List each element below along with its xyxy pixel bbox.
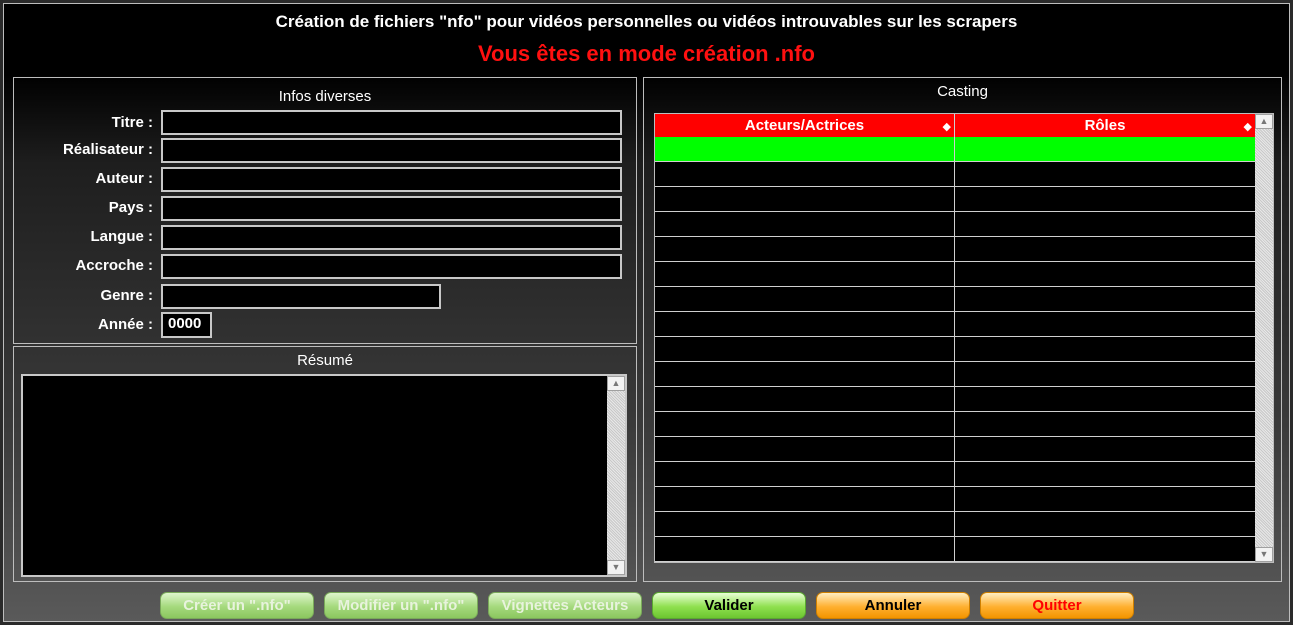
table-row[interactable]	[655, 487, 1255, 512]
cell-role[interactable]	[955, 137, 1255, 161]
titre-label: Titre :	[111, 114, 153, 131]
validate-button[interactable]: Valider	[652, 592, 806, 619]
scroll-up-icon[interactable]: ▲	[1255, 114, 1273, 129]
cell-acteur[interactable]	[655, 512, 955, 536]
annee-field[interactable]: 0000	[161, 312, 212, 338]
cancel-button[interactable]: Annuler	[816, 592, 970, 619]
quit-button[interactable]: Quitter	[980, 592, 1134, 619]
cell-acteur[interactable]	[655, 362, 955, 386]
table-row[interactable]	[655, 462, 1255, 487]
table-row[interactable]	[655, 437, 1255, 462]
cell-acteur[interactable]	[655, 487, 955, 511]
table-row[interactable]	[655, 387, 1255, 412]
table-row[interactable]	[655, 287, 1255, 312]
titre-field[interactable]	[161, 110, 622, 135]
accroche-label: Accroche :	[75, 257, 153, 274]
pays-label: Pays :	[108, 199, 153, 216]
resume-group-title: Résumé	[297, 352, 353, 369]
cell-role[interactable]	[955, 287, 1255, 311]
cell-role[interactable]	[955, 212, 1255, 236]
langue-field[interactable]	[161, 225, 622, 250]
table-row[interactable]	[655, 512, 1255, 537]
cell-acteur[interactable]	[655, 187, 955, 211]
cell-acteur[interactable]	[655, 287, 955, 311]
auteur-label: Auteur :	[95, 170, 154, 187]
cell-role[interactable]	[955, 187, 1255, 211]
cell-acteur[interactable]	[655, 262, 955, 286]
genre-field[interactable]	[161, 284, 441, 309]
casting-scrollbar[interactable]: ▲ ▼	[1255, 114, 1273, 562]
auteur-field[interactable]	[161, 167, 622, 192]
table-row[interactable]	[655, 312, 1255, 337]
scroll-up-icon[interactable]: ▲	[607, 376, 625, 391]
cell-acteur[interactable]	[655, 412, 955, 436]
cell-acteur[interactable]	[655, 212, 955, 236]
cell-acteur[interactable]	[655, 237, 955, 261]
cell-acteur[interactable]	[655, 437, 955, 461]
annee-label: Année :	[97, 316, 153, 333]
casting-rows	[655, 137, 1255, 562]
cell-acteur[interactable]	[655, 162, 955, 186]
realisateur-label: Réalisateur :	[62, 141, 153, 158]
column-header-acteurs-label: Acteurs/Actrices	[744, 117, 865, 134]
table-row[interactable]	[655, 137, 1255, 162]
column-header-roles[interactable]: Rôles ◆	[955, 114, 1255, 137]
cell-role[interactable]	[955, 412, 1255, 436]
realisateur-field[interactable]	[161, 138, 622, 163]
cell-role[interactable]	[955, 387, 1255, 411]
cell-role[interactable]	[955, 512, 1255, 536]
table-row[interactable]	[655, 237, 1255, 262]
resume-textarea[interactable]	[21, 374, 627, 577]
cell-role[interactable]	[955, 337, 1255, 361]
cell-acteur[interactable]	[655, 337, 955, 361]
create-nfo-button[interactable]: Créer un ".nfo"	[160, 592, 314, 619]
infos-group-title: Infos diverses	[278, 88, 372, 105]
table-row[interactable]	[655, 262, 1255, 287]
modify-nfo-button[interactable]: Modifier un ".nfo"	[324, 592, 478, 619]
table-row[interactable]	[655, 212, 1255, 237]
scroll-down-icon[interactable]: ▼	[1255, 547, 1273, 562]
mode-message: Vous êtes en mode création .nfo	[478, 41, 815, 66]
cell-role[interactable]	[955, 312, 1255, 336]
genre-label: Genre :	[100, 287, 153, 304]
cell-acteur[interactable]	[655, 387, 955, 411]
window-title: Création de fichiers "nfo" pour vidéos p…	[275, 12, 1018, 31]
table-row[interactable]	[655, 187, 1255, 212]
cell-role[interactable]	[955, 362, 1255, 386]
scroll-down-icon[interactable]: ▼	[607, 560, 625, 575]
accroche-field[interactable]	[161, 254, 622, 279]
cell-acteur[interactable]	[655, 537, 955, 561]
table-row[interactable]	[655, 537, 1255, 562]
sort-icon: ◆	[942, 121, 951, 133]
cell-role[interactable]	[955, 462, 1255, 486]
langue-label: Langue :	[90, 228, 154, 245]
cell-role[interactable]	[955, 537, 1255, 561]
column-header-roles-label: Rôles	[1084, 117, 1126, 134]
table-row[interactable]	[655, 362, 1255, 387]
vignettes-acteurs-button[interactable]: Vignettes Acteurs	[488, 592, 642, 619]
pays-field[interactable]	[161, 196, 622, 221]
table-row[interactable]	[655, 412, 1255, 437]
resume-scrollbar[interactable]: ▲ ▼	[607, 376, 625, 575]
cell-role[interactable]	[955, 487, 1255, 511]
cell-acteur[interactable]	[655, 312, 955, 336]
infos-group: Infos diverses Titre : Réalisateur : Aut…	[13, 77, 637, 344]
casting-group-title: Casting	[937, 83, 988, 100]
casting-group: Casting Acteurs/Actrices ◆ Rôles ◆ ▲ ▼	[643, 77, 1282, 582]
cell-role[interactable]	[955, 162, 1255, 186]
casting-table: Acteurs/Actrices ◆ Rôles ◆ ▲ ▼	[654, 113, 1274, 563]
cell-role[interactable]	[955, 237, 1255, 261]
cell-role[interactable]	[955, 437, 1255, 461]
cell-role[interactable]	[955, 262, 1255, 286]
column-header-acteurs[interactable]: Acteurs/Actrices ◆	[655, 114, 955, 137]
cell-acteur[interactable]	[655, 462, 955, 486]
sort-icon: ◆	[1243, 121, 1252, 133]
table-row[interactable]	[655, 162, 1255, 187]
nfo-editor-window: Création de fichiers "nfo" pour vidéos p…	[3, 3, 1290, 622]
table-row[interactable]	[655, 337, 1255, 362]
resume-group: Résumé ▲ ▼	[13, 346, 637, 582]
cell-acteur[interactable]	[655, 137, 955, 161]
